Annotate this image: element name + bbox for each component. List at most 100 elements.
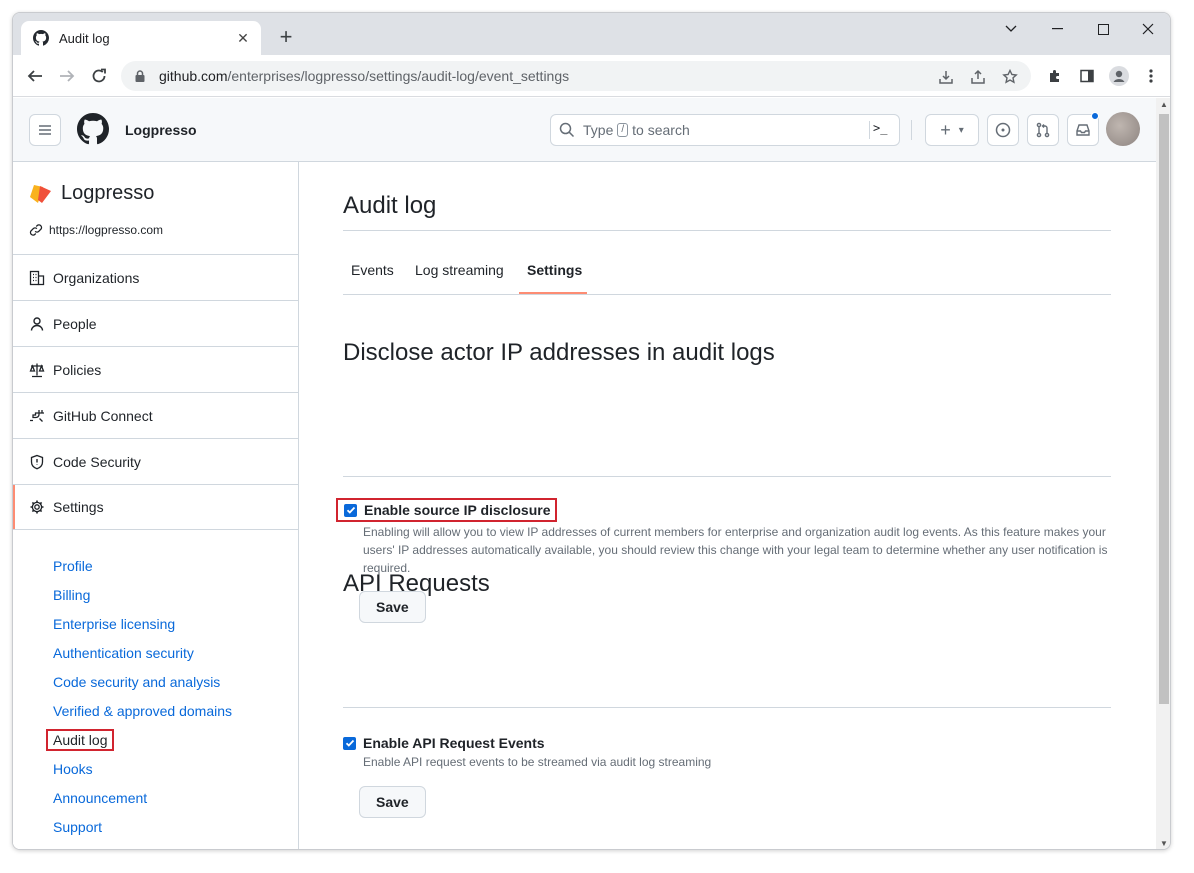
subnav-enterprise-licensing[interactable]: Enterprise licensing: [53, 609, 232, 638]
sidebar-item-label: Settings: [53, 499, 104, 515]
subnav-label: Verified & approved domains: [53, 702, 232, 719]
subnav-announcement[interactable]: Announcement: [53, 783, 232, 812]
chevron-down-icon[interactable]: [988, 13, 1034, 45]
subnav-billing[interactable]: Billing: [53, 580, 232, 609]
tab-strip: Audit log ✕ +: [13, 13, 1170, 55]
reload-icon[interactable]: [87, 64, 111, 88]
subnav-label: Announcement: [53, 789, 148, 806]
extensions-puzzle-icon[interactable]: [1043, 64, 1067, 88]
link-icon: [29, 224, 43, 236]
search-shortcut-key: /: [617, 123, 629, 137]
enterprise-url-link[interactable]: https://logpresso.com: [29, 223, 163, 237]
title-divider: [343, 230, 1111, 231]
settings-subnav: Profile Billing Enterprise licensing Aut…: [46, 551, 232, 841]
enterprise-name: Logpresso: [61, 182, 155, 204]
subnav-verified-domains[interactable]: Verified & approved domains: [53, 696, 232, 725]
subnav-code-security-analysis[interactable]: Code security and analysis: [53, 667, 232, 696]
url-path: /enterprises/logpresso/settings/audit-lo…: [227, 68, 570, 84]
subnav-hooks[interactable]: Hooks: [53, 754, 232, 783]
back-arrow-icon[interactable]: [23, 64, 47, 88]
sidebar-item-code-security[interactable]: Code Security: [13, 438, 298, 484]
page-title: Audit log: [343, 192, 437, 219]
new-tab-icon[interactable]: +: [273, 25, 299, 51]
search-prefix: Type: [583, 122, 614, 138]
scrollbar-thumb[interactable]: [1159, 114, 1169, 704]
side-panel-icon[interactable]: [1075, 64, 1099, 88]
sidebar-item-settings[interactable]: Settings: [13, 484, 298, 530]
tab-close-icon[interactable]: ✕: [235, 30, 251, 47]
person-icon: [29, 316, 45, 332]
forward-arrow-icon[interactable]: [55, 64, 79, 88]
api-save-button[interactable]: Save: [359, 786, 426, 818]
subnav-label: Profile: [53, 557, 93, 574]
tab-title: Audit log: [59, 30, 110, 46]
bookmark-star-icon[interactable]: [1001, 68, 1019, 86]
hamburger-menu-icon[interactable]: [29, 114, 61, 146]
user-avatar[interactable]: [1106, 112, 1140, 146]
ip-disclosure-checkbox-row[interactable]: Enable source IP disclosure: [336, 498, 558, 522]
window-close-icon[interactable]: [1125, 13, 1170, 45]
browser-tab[interactable]: Audit log ✕: [21, 21, 261, 55]
audit-log-tabs: Events Log streaming Settings: [343, 258, 1111, 295]
subnav-authentication-security[interactable]: Authentication security: [53, 638, 232, 667]
subnav-profile[interactable]: Profile: [53, 551, 232, 580]
sidebar-item-label: GitHub Connect: [53, 407, 153, 424]
browser-window: Audit log ✕ + github.com/enterprises/log…: [12, 12, 1171, 850]
plug-icon: [29, 408, 45, 424]
subnav-label: Hooks: [53, 760, 93, 777]
url-host: github.com: [159, 68, 228, 84]
sidebar-item-policies[interactable]: Policies: [13, 346, 298, 392]
ip-section-title: Disclose actor IP addresses in audit log…: [343, 339, 775, 366]
subnav-audit-log[interactable]: Audit log: [46, 725, 232, 754]
minimize-icon[interactable]: [1034, 13, 1080, 45]
github-header: Logpresso Type / to search >_ + ▾: [13, 98, 1156, 162]
subnav-label: Billing: [53, 586, 91, 603]
page-scrollbar[interactable]: ▲ ▼: [1156, 98, 1170, 849]
checkmark-icon: [345, 739, 354, 747]
install-app-icon[interactable]: [937, 68, 955, 86]
sidebar-item-organizations[interactable]: Organizations: [13, 254, 298, 300]
sidebar-item-label: Code Security: [53, 453, 141, 470]
issues-button[interactable]: [987, 114, 1019, 146]
address-bar[interactable]: github.com/enterprises/logpresso/setting…: [121, 61, 1031, 91]
search-input[interactable]: Type / to search >_: [550, 114, 900, 146]
caret-down-icon: ▾: [958, 124, 964, 136]
command-palette-icon[interactable]: >_: [873, 121, 893, 139]
tab-log-streaming[interactable]: Log streaming: [415, 262, 504, 278]
header-org-name[interactable]: Logpresso: [125, 122, 197, 138]
lock-icon: [135, 70, 145, 82]
page-viewport: Logpresso Type / to search >_ + ▾ Logpre…: [13, 98, 1156, 849]
maximize-icon[interactable]: [1080, 13, 1126, 45]
omnibox-actions: [937, 68, 1019, 86]
subnav-label: Code security and analysis: [53, 673, 221, 690]
api-section-divider: [343, 707, 1111, 708]
sidebar-item-github-connect[interactable]: GitHub Connect: [13, 392, 298, 438]
subnav-label: Authentication security: [53, 644, 194, 661]
ip-disclosure-checkbox[interactable]: [344, 503, 357, 517]
ip-disclosure-description: Enabling will allow you to view IP addre…: [363, 525, 1108, 575]
api-events-checkbox[interactable]: [343, 736, 356, 750]
create-new-button[interactable]: + ▾: [925, 114, 979, 146]
enterprise-brand[interactable]: Logpresso: [29, 182, 154, 205]
scroll-up-arrow-icon[interactable]: ▲: [1156, 98, 1170, 112]
api-events-checkbox-row[interactable]: Enable API Request Events: [343, 735, 545, 751]
organization-icon: [29, 270, 45, 286]
subnav-support[interactable]: Support: [53, 812, 232, 841]
tab-events[interactable]: Events: [351, 262, 394, 278]
tab-settings[interactable]: Settings: [527, 262, 582, 278]
sidebar-item-people[interactable]: People: [13, 300, 298, 346]
law-icon: [29, 362, 45, 378]
gear-icon: [29, 499, 45, 515]
profile-icon[interactable]: [1107, 64, 1131, 88]
github-logo-icon[interactable]: [77, 113, 109, 145]
scroll-down-arrow-icon[interactable]: ▼: [1156, 837, 1170, 849]
api-events-description: Enable API request events to be streamed…: [363, 755, 712, 769]
search-suffix: to search: [632, 122, 690, 138]
github-favicon-icon: [33, 30, 49, 46]
active-tab-underline: [519, 292, 587, 294]
notification-indicator: [1091, 112, 1099, 120]
pull-requests-button[interactable]: [1027, 114, 1059, 146]
share-icon[interactable]: [969, 68, 987, 86]
subnav-label: Audit log: [46, 728, 115, 751]
browser-menu-icon[interactable]: [1139, 64, 1163, 88]
